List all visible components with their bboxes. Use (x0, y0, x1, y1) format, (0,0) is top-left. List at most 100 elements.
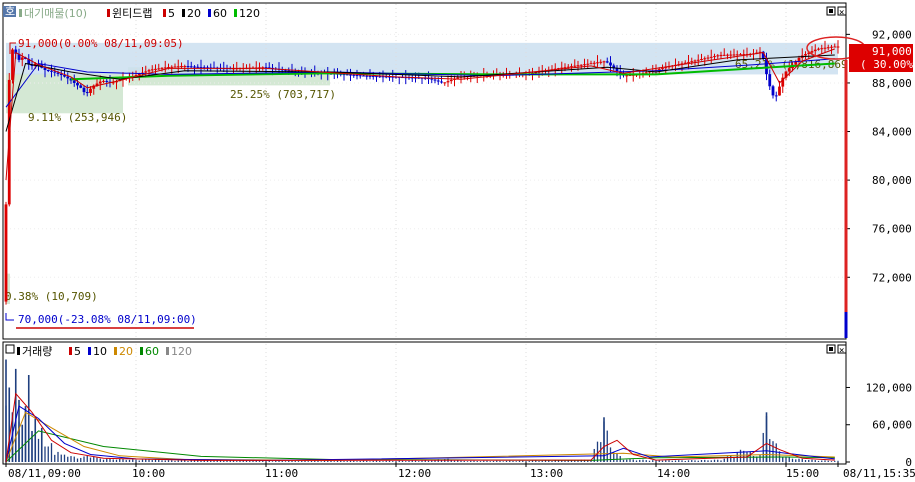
candle-body (446, 81, 450, 83)
candle-body (154, 68, 157, 70)
supply-zone-label-1: 25.25% (703,717) (230, 88, 336, 101)
candle-body (176, 66, 180, 68)
price-legend-label-5: 120 (239, 7, 260, 20)
price-panel: 9.11% (253,946)25.25% (703,717)65.21% (1… (2, 2, 915, 340)
candle-body (657, 68, 661, 70)
candle-body (160, 67, 164, 69)
price-ytick-label-2: 84,000 (872, 126, 912, 139)
candle-body (570, 66, 573, 68)
candle-body (183, 66, 187, 68)
candle-body (810, 51, 814, 53)
candle-body (739, 54, 742, 56)
candle-body (355, 75, 359, 77)
price-legend-label-3: 20 (187, 7, 201, 20)
supply-zone-label-3: 0.38% (10,709) (5, 290, 98, 303)
candle-body (774, 95, 778, 97)
candle-body (833, 46, 837, 48)
candle-body (589, 63, 593, 65)
candle-body (79, 85, 83, 88)
volume-maximize-icon (829, 347, 833, 351)
candle-body (732, 54, 736, 56)
candle-body (170, 66, 174, 68)
candle-body (368, 75, 372, 77)
price-ytick-label-1: 88,000 (872, 77, 912, 90)
candle-body (163, 67, 167, 69)
candle-body (836, 46, 840, 48)
candle-body (609, 62, 612, 66)
candle-body (644, 72, 648, 74)
corner-badge-label: 호 (5, 5, 15, 18)
candle-body (196, 66, 200, 68)
candle-body (147, 70, 151, 72)
candle-body (189, 66, 193, 68)
candle-body (456, 77, 460, 79)
candle-body (440, 81, 443, 83)
low-annotation: 70,000(-23.08% 08/11,09:00) (18, 313, 197, 326)
vol-legend-marker-3 (114, 347, 117, 355)
candle-body (716, 55, 720, 57)
vol-legend-label-2: 10 (93, 345, 107, 358)
candle-body (150, 69, 154, 71)
vol-legend-marker-0 (17, 347, 20, 355)
candle-body (693, 60, 697, 62)
candle-body (813, 49, 817, 52)
vol-legend-marker-1 (69, 347, 72, 355)
candle-body (76, 82, 79, 86)
time-tick-label-0: 08/11,09:00 (8, 467, 81, 480)
candle-body (98, 81, 102, 84)
candle-body (599, 61, 603, 63)
time-tick-label-1: 10:00 (132, 467, 165, 480)
vol-legend-label-0: 거래량 (22, 345, 52, 358)
time-tick-label-6: 15:00 (786, 467, 819, 480)
candle-body (625, 75, 629, 77)
volume-panel-toggle (5, 344, 15, 354)
candle-body (820, 48, 824, 50)
candle-body (713, 56, 716, 58)
candle-body (375, 76, 378, 78)
price-legend-marker-5 (234, 9, 237, 17)
candle-body (768, 74, 772, 87)
candle-body (566, 66, 570, 68)
candle-body (11, 49, 14, 80)
candle-body (173, 66, 177, 68)
price-ytick-label-5: 72,000 (872, 271, 912, 284)
time-tick-label-4: 13:00 (530, 467, 563, 480)
candle-body (43, 67, 47, 70)
candle-body (573, 65, 577, 67)
candle-body (729, 54, 733, 56)
time-tick-label-7: 08/11,15:35 (843, 467, 915, 480)
candle-body (105, 80, 109, 82)
current-price-pct: ( 30.00%) (860, 58, 915, 71)
volume-panel: 120,00060,0000 거래량 5 10 20 60 120 × (2, 341, 912, 469)
price-ytick-label-4: 76,000 (872, 223, 912, 236)
high-annotation: 91,000(0.00% 08/11,09:05) (18, 37, 184, 50)
candle-body (371, 75, 375, 77)
candle-body (358, 75, 362, 77)
candle-body (85, 92, 89, 94)
vol-legend-label-5: 120 (171, 345, 192, 358)
candle-body (433, 79, 437, 81)
supply-zone-0 (6, 73, 123, 114)
current-price-label: 91,000 (872, 45, 912, 58)
candle-body (82, 87, 86, 93)
candle-body (66, 76, 70, 79)
candle-body (449, 79, 453, 82)
candle-body (20, 57, 24, 60)
candle-body (583, 64, 586, 66)
candle-body (700, 59, 703, 61)
vol-ytick-label-0: 120,000 (866, 381, 912, 394)
price-legend: 대기매물(10) 윈티드랩 5 20 60 120 (19, 6, 260, 20)
candle-body (576, 65, 580, 67)
candle-body (830, 46, 833, 48)
candle-body (687, 61, 690, 63)
candle-body (362, 75, 365, 77)
candle-body (787, 68, 791, 72)
price-legend-marker-2 (163, 9, 166, 17)
price-legend-marker-0 (19, 9, 22, 17)
maximize-icon (829, 9, 833, 13)
candle-body (826, 47, 830, 49)
candle-body (696, 59, 700, 61)
price-legend-label-2: 5 (168, 7, 175, 20)
stock-chart: 9.11% (253,946)25.25% (703,717)65.21% (1… (0, 0, 915, 482)
vol-legend-label-3: 20 (119, 345, 133, 358)
